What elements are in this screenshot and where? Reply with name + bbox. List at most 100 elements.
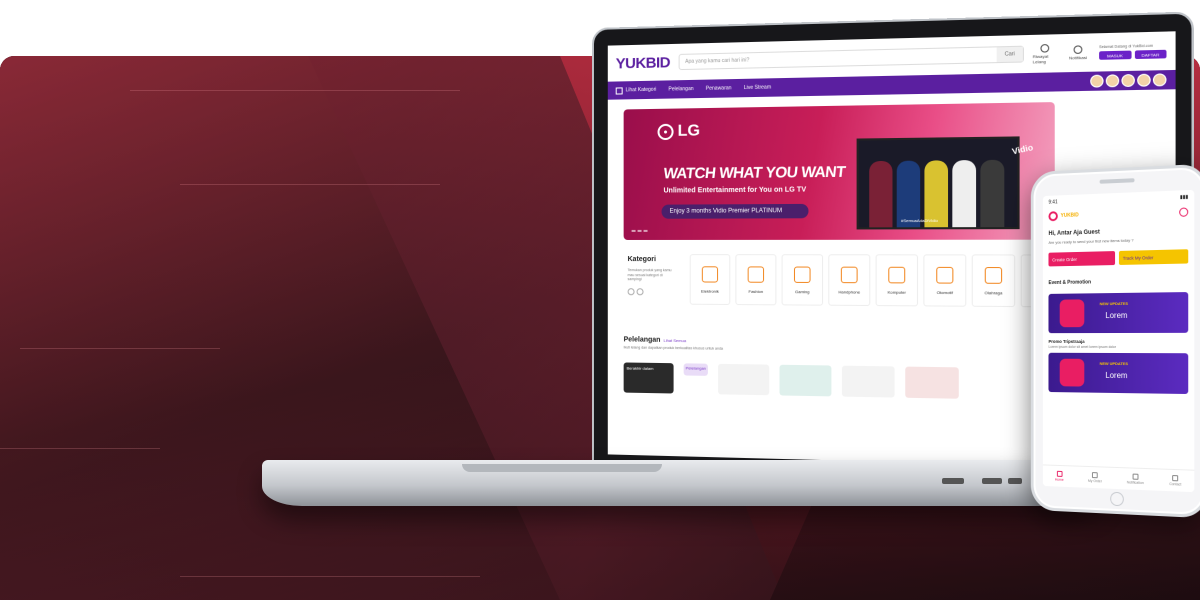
deco-line <box>180 184 440 185</box>
auth-hint: Selamat Datang di YukBid.com <box>1099 43 1154 50</box>
hero-offer: Enjoy 3 months Vidio Premier PLATINUM <box>661 203 809 219</box>
player-figure <box>952 160 977 228</box>
app-logo-text: YUKBID <box>1060 212 1079 219</box>
category-subtitle: Temukan produk yang kamu mau sesuai kate… <box>627 268 672 282</box>
product-card[interactable] <box>841 365 895 398</box>
tab-my-order[interactable]: My Order <box>1088 472 1102 483</box>
home-button[interactable] <box>1110 491 1124 507</box>
phone-screen: 9:41 ▮▮▮ YUKBID Hi, Antar Aja Guest Are y… <box>1042 189 1195 493</box>
categories-label: Lihat Kategori <box>625 86 657 94</box>
gamepad-icon <box>793 265 811 283</box>
carousel-dots[interactable] <box>631 229 648 232</box>
product-card[interactable]: Berakhir dalam <box>623 362 674 394</box>
promo-card[interactable]: NEW UPDATES Lorem <box>1048 292 1189 334</box>
countdown-label: Berakhir dalam <box>626 365 654 371</box>
product-tag-label: Pelelangan <box>685 365 706 371</box>
product-card[interactable] <box>718 363 770 396</box>
category-label: Gaming <box>794 288 810 294</box>
category-item[interactable]: Elektronik <box>689 254 731 306</box>
home-icon <box>1056 470 1063 477</box>
dumbbell-icon <box>984 266 1003 284</box>
avatar[interactable] <box>1152 73 1167 87</box>
category-item[interactable]: Otomotif <box>923 254 967 307</box>
tab-label: Notification <box>1126 480 1144 486</box>
bell-icon <box>1132 473 1139 480</box>
category-label: Olahraga <box>984 289 1003 295</box>
track-order-button[interactable]: Track My Order <box>1118 249 1189 265</box>
next-arrow-icon[interactable] <box>636 288 644 296</box>
tab-notification[interactable]: Notification <box>1127 473 1144 485</box>
promo-title: Promo Tripstraaja <box>1048 339 1085 344</box>
order-icon <box>1092 472 1098 479</box>
notification-button[interactable]: Notifikasi <box>1066 45 1090 60</box>
category-item[interactable]: Komputer <box>875 254 919 307</box>
nav-item-live-stream[interactable]: Live Stream <box>744 84 771 91</box>
phone-speaker <box>1099 178 1135 184</box>
tab-home[interactable]: Home <box>1055 470 1064 482</box>
promo-subtitle: Lorem ipsum dolor sit amet lorem ipsum d… <box>1048 344 1117 349</box>
car-icon <box>936 266 954 284</box>
promo-badge: NEW UPDATES <box>1099 360 1128 367</box>
marketing-banner: YUKBID Apa yang kamu cari hari ini? Cari… <box>0 0 1200 600</box>
product-card[interactable] <box>779 364 832 397</box>
deco-line <box>0 448 160 449</box>
search-input[interactable]: Apa yang kamu cari hari ini? Cari <box>678 45 1024 71</box>
bell-icon <box>1073 45 1083 55</box>
status-time: 9:41 <box>1048 199 1058 206</box>
bottom-tab-bar: Home My Order Notification Contact <box>1042 464 1195 493</box>
register-button[interactable]: DAFTAR <box>1134 49 1167 60</box>
nav-item-penawaran[interactable]: Penawaran <box>706 85 732 92</box>
avatar[interactable] <box>1137 73 1151 87</box>
profile-icon[interactable] <box>1179 206 1189 217</box>
events-title: Event & Promotion <box>1048 279 1092 287</box>
create-order-button[interactable]: Create Order <box>1048 251 1116 267</box>
notification-label: Notifikasi <box>1068 54 1087 61</box>
category-item[interactable]: Fashion <box>735 254 777 306</box>
category-item[interactable]: Gaming <box>781 254 824 306</box>
laptop-base <box>262 460 1102 506</box>
categories-menu[interactable]: Lihat Kategori <box>615 86 657 95</box>
category-arrows <box>627 288 644 296</box>
phone-device: 9:41 ▮▮▮ YUKBID Hi, Antar Aja Guest Are y… <box>1030 163 1200 519</box>
tab-label: Contact <box>1169 482 1182 487</box>
promo-card[interactable]: NEW UPDATES Lorem <box>1048 352 1189 395</box>
hero-banner[interactable]: ● LG WATCH WHAT YOU WANT Unlimited Entert… <box>623 102 1055 240</box>
hero-headline: WATCH WHAT YOU WANT <box>662 163 847 183</box>
hero-subline: Unlimited Entertainment for You on LG TV <box>663 186 807 195</box>
category-label: Elektronik <box>701 288 719 294</box>
category-item[interactable]: Handphone <box>828 254 871 307</box>
product-card[interactable] <box>905 366 959 399</box>
phone-icon <box>840 266 858 283</box>
avatar[interactable] <box>1121 73 1135 88</box>
promo-illustration <box>1059 358 1085 387</box>
see-all-link[interactable]: Lihat Semua <box>664 338 687 343</box>
promo-text: Lorem <box>1105 310 1128 321</box>
category-label: Handphone <box>838 288 861 295</box>
avatar[interactable] <box>1090 74 1104 88</box>
category-item[interactable]: Olahraga <box>971 254 1016 308</box>
login-button[interactable]: MASUK <box>1099 50 1131 60</box>
product-tag: Pelelangan <box>683 363 708 376</box>
tv-image: #SemuaAdaDiVidio <box>856 136 1020 230</box>
tab-contact[interactable]: Contact <box>1169 475 1181 487</box>
avatar[interactable] <box>1105 74 1120 88</box>
category-title: Kategori <box>627 256 656 264</box>
promo-text: Lorem <box>1105 370 1128 381</box>
usb-port <box>982 478 1002 484</box>
deco-line <box>20 348 220 349</box>
hero-brand: LG <box>677 122 701 140</box>
sd-slot <box>942 478 964 484</box>
site-logo[interactable]: YUKBID <box>616 54 670 72</box>
search-button[interactable]: Cari <box>996 46 1023 63</box>
order-actions: Create Order Track My Order <box>1043 241 1194 267</box>
tab-label: My Order <box>1087 478 1102 484</box>
deco-line <box>130 90 460 91</box>
promo-badge: NEW UPDATES <box>1099 300 1128 307</box>
history-button[interactable]: Riwayat Lelang <box>1033 43 1057 64</box>
prev-arrow-icon[interactable] <box>627 288 635 296</box>
lg-circle-icon: ● <box>657 123 674 141</box>
computer-icon <box>888 266 906 283</box>
nav-item-pelelangan[interactable]: Pelelangan <box>668 86 693 93</box>
logo-ring-icon <box>1048 211 1058 222</box>
laptop-notch <box>462 464 662 472</box>
